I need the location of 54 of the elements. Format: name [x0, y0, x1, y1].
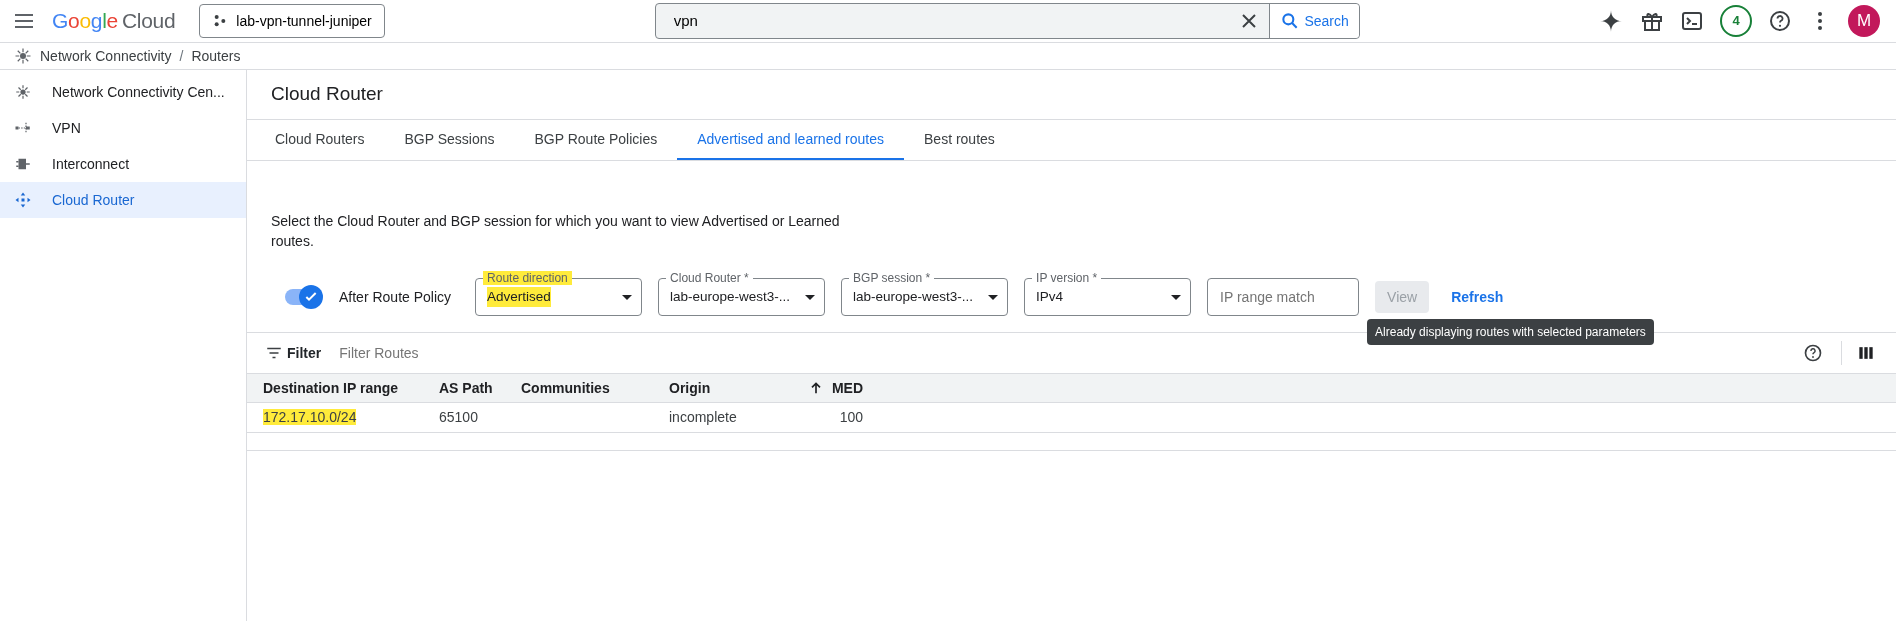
sidebar-item[interactable]: Interconnect [0, 146, 246, 182]
column-header[interactable]: AS Path [439, 377, 493, 399]
refresh-button[interactable]: Refresh [1445, 285, 1510, 309]
field-value: IPv4 [1036, 287, 1064, 306]
dropdown-field[interactable]: BGP session * lab-europe-west3-... [841, 269, 1009, 316]
field-label: Route direction [483, 271, 572, 285]
sidebar-item[interactable]: Cloud Router [0, 182, 246, 218]
table-cell: 100 [839, 409, 863, 425]
table-cell: 172.17.10.0/24 [263, 409, 357, 425]
column-header[interactable]: MED [831, 377, 863, 399]
dropdown-field[interactable]: Route direction Advertised [475, 269, 643, 316]
field-value: lab-europe-west3-... [853, 287, 974, 306]
dropdown-arrow-icon [805, 294, 816, 300]
dropdown-arrow-icon [1171, 294, 1182, 300]
breadcrumb-link[interactable]: Network Connectivity [40, 45, 172, 67]
terminal-icon[interactable] [1680, 9, 1704, 33]
notification-count[interactable]: 4 [1720, 5, 1752, 37]
tab[interactable]: Advertised and learned routes [677, 120, 904, 160]
dropdown-field[interactable]: IP version * IPv4 [1024, 269, 1192, 316]
sidebar-item[interactable]: Network Connectivity Cen... [0, 74, 246, 110]
toggle-label: After Route Policy [339, 287, 452, 307]
column-header[interactable]: Destination IP range [263, 377, 399, 399]
tab[interactable]: BGP Route Policies [514, 120, 678, 160]
help-icon[interactable] [1768, 9, 1792, 33]
breadcrumb-separator: / [179, 46, 184, 66]
dropdown-field[interactable]: Cloud Router * lab-europe-west3-... [658, 269, 826, 316]
tooltip: Already displaying routes with selected parameters [1367, 319, 1654, 345]
field-value: lab-europe-west3-... [670, 287, 791, 306]
toggle-switch[interactable] [283, 285, 323, 309]
column-header[interactable]: Origin [669, 377, 711, 399]
tab[interactable]: Best routes [904, 120, 1015, 160]
dropdown-arrow-icon [622, 294, 633, 300]
help-icon[interactable] [1803, 343, 1823, 363]
sidebar-item[interactable]: VPN [0, 110, 246, 146]
dropdown-arrow-icon [988, 294, 999, 300]
ip-range-field[interactable]: IP range match [1207, 278, 1360, 316]
breadcrumb-current[interactable]: Routers [191, 45, 241, 67]
column-header[interactable]: Communities [521, 377, 610, 399]
field-label: IP version * [1032, 271, 1102, 285]
project-picker[interactable]: lab-vpn-tunnel-juniper [199, 4, 385, 38]
filter-button[interactable]: Filter [265, 342, 322, 364]
account-avatar[interactable]: M [1848, 5, 1880, 37]
search-field[interactable]: vpn Search [654, 3, 1360, 39]
search-button[interactable]: Search [1269, 4, 1359, 38]
table-cell: 65100 [439, 409, 478, 425]
table-cell: incomplete [669, 409, 737, 425]
tab[interactable]: Cloud Routers [255, 120, 385, 160]
logo[interactable]: Google Cloud [52, 5, 176, 37]
tab[interactable]: BGP Sessions [384, 120, 515, 160]
page-title: Cloud Router [271, 82, 383, 107]
field-label: Cloud Router * [666, 271, 753, 285]
field-value: Advertised [487, 286, 551, 308]
description-text: Select the Cloud Router and BGP session for which you want to view Advertised or Learned routes. [271, 212, 841, 251]
field-label: BGP session * [849, 271, 935, 285]
